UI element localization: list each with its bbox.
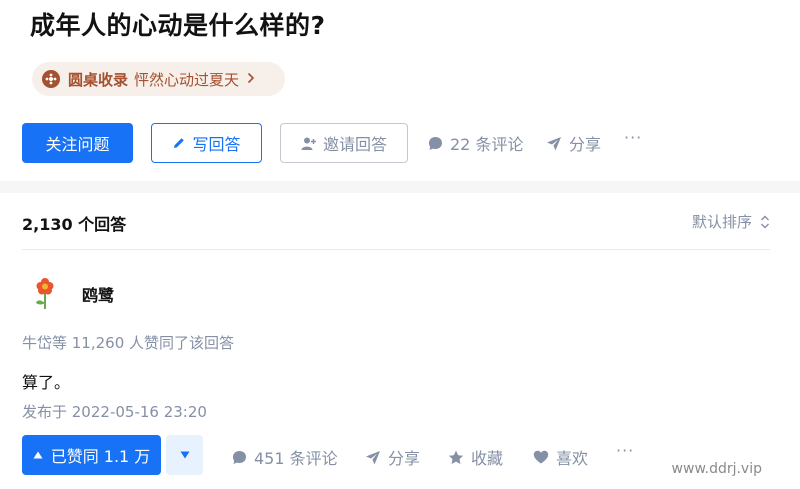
question-comments-label: 22 条评论 — [450, 135, 524, 154]
question-share-label: 分享 — [569, 135, 602, 154]
answer-share-button[interactable]: 分享 — [365, 445, 420, 469]
roundtable-label: 圆桌收录 — [68, 70, 129, 89]
answer-comments-button[interactable]: 451 条评论 — [232, 445, 338, 469]
answer-more-label: ··· — [616, 441, 635, 460]
vote-down-button[interactable] — [166, 435, 203, 475]
write-answer-label: 写回答 — [192, 135, 241, 154]
answers-list: 2,130 个回答 默认排序 鸥鹭 牛岱等 11,260 人赞同了该回答 算了。… — [0, 193, 800, 489]
write-answer-button[interactable]: 写回答 — [151, 123, 262, 163]
vote-up-label: 已赞同 1.1 万 — [50, 447, 151, 466]
divider — [22, 249, 770, 250]
question-title[interactable]: 成年人的心动是什么样的? — [30, 6, 326, 42]
answer-more-button[interactable]: ··· — [616, 441, 634, 460]
roundtable-icon — [42, 70, 60, 88]
publish-date[interactable]: 发布于 2022-05-16 23:20 — [22, 401, 207, 422]
comment-icon — [232, 450, 247, 465]
vote-down-icon — [180, 451, 190, 459]
pencil-icon — [172, 136, 186, 150]
sort-label: 默认排序 — [691, 213, 752, 231]
like-button[interactable]: 喜欢 — [533, 445, 588, 469]
watermark: www.ddrj.vip — [671, 461, 762, 477]
sort-icon — [760, 215, 770, 229]
question-more-label: ··· — [624, 128, 643, 147]
collect-label: 收藏 — [471, 449, 504, 468]
avatar[interactable] — [30, 277, 60, 311]
invite-answer-button[interactable]: 邀请回答 — [280, 123, 408, 163]
heart-icon — [533, 450, 549, 464]
answer-count: 2,130 个回答 — [22, 215, 127, 234]
follow-question-button[interactable]: 关注问题 — [22, 123, 133, 163]
question-comments-button[interactable]: 22 条评论 — [428, 131, 523, 155]
answer-content: 算了。 — [22, 373, 71, 392]
question-share-button[interactable]: 分享 — [546, 131, 601, 155]
sort-dropdown[interactable]: 默认排序 — [692, 211, 770, 232]
answer-share-label: 分享 — [388, 449, 421, 468]
question-header: 成年人的心动是什么样的? 圆桌收录 怦然心动过夏天 关注问题 写回答 邀请回答 … — [0, 0, 800, 181]
vote-up-button[interactable]: 已赞同 1.1 万 — [22, 435, 161, 475]
like-label: 喜欢 — [556, 449, 589, 468]
vote-up-icon — [33, 451, 43, 459]
roundtable-tag[interactable]: 圆桌收录 怦然心动过夏天 — [32, 62, 285, 96]
voters-summary[interactable]: 牛岱等 11,260 人赞同了该回答 — [22, 332, 234, 353]
follow-question-label: 关注问题 — [45, 135, 110, 154]
roundtable-name: 怦然心动过夏天 — [134, 70, 240, 89]
question-more-button[interactable]: ··· — [624, 128, 642, 147]
chevron-right-icon — [247, 70, 255, 88]
collect-button[interactable]: 收藏 — [448, 445, 503, 469]
share-icon — [365, 450, 381, 465]
answer-comments-label: 451 条评论 — [254, 449, 338, 468]
invite-answer-label: 邀请回答 — [322, 135, 387, 154]
share-icon — [546, 136, 562, 151]
author-name[interactable]: 鸥鹭 — [82, 282, 114, 306]
comment-icon — [428, 136, 443, 151]
star-icon — [448, 450, 464, 465]
invite-user-icon — [301, 136, 317, 151]
